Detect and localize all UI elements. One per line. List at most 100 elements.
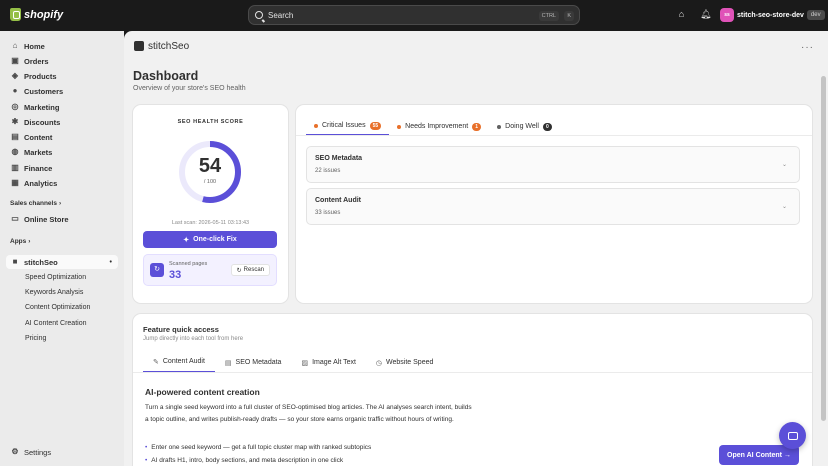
sidebar-item-label: Marketing [24,102,60,112]
status-dot [314,123,318,128]
last-scan-text: Last scan: 2026-05-11 03:13:43 [171,220,250,226]
globe-icon: ◍ [11,147,19,156]
main-content: stitchSeo ··· Dashboard Overview of your… [124,31,828,466]
sidebar-item-label: Orders [24,56,49,66]
tabs-divider [296,135,812,136]
sidebar-item-label: Discounts [24,117,61,127]
tab-image-alt-text[interactable]: ▨ Image Alt Text [291,352,365,373]
tab-doing-well[interactable]: Doing Well 0 [489,117,560,136]
bullet-icon: • [145,444,148,451]
sidebar-item-products[interactable]: ◈ Products [6,69,118,83]
search-icon [255,11,263,19]
sidebar-item-marketing[interactable]: ◎ Marketing [6,100,118,114]
score-label: SEO HEALTH SCORE [177,119,244,125]
chat-button[interactable] [779,422,806,449]
tab-content-audit[interactable]: ✎ Content Audit [143,352,215,373]
more-actions-icon[interactable]: ··· [801,42,814,53]
feature-bullet: • AI drafts H1, intro, body sections, and… [145,457,343,464]
issue-row-seo-metadata[interactable]: SEO Metadata 22 issues ⌄ [306,146,800,183]
image-icon: ▨ [301,359,309,367]
sidebar-item-home[interactable]: ⌂ Home [6,39,118,53]
quick-access-subtitle: Jump directly into each tool from here [143,336,244,342]
quick-access-title: Feature quick access [143,325,219,334]
person-icon: ● [12,86,18,95]
sales-channels-heading[interactable]: Sales channels › [10,200,61,207]
top-bar: shopify Search CTRL K ⌂ 🔔︎ ss stitch-seo… [0,0,828,31]
tab-label: Image Alt Text [312,359,356,366]
sidebar-item-content[interactable]: ▤ Content [6,130,118,144]
score-value: 54 [198,155,222,177]
sidebar-item-label: Products [24,71,57,81]
pin-icon: • [109,258,112,266]
sidebar-subitem-keywords-analysis[interactable]: Keywords Analysis [25,289,83,296]
sidebar-item-label: Analytics [24,178,58,188]
speed-icon: ◷ [375,359,383,367]
score-max: / 100 [203,179,217,185]
issue-row-content-audit[interactable]: Content Audit 33 issues ⌄ [306,188,800,225]
sidebar-item-label: Online Store [24,214,69,224]
sidebar-item-online-store[interactable]: ▭ Online Store [6,212,118,226]
sidebar-subitem-ai-content-creation[interactable]: AI Content Creation [25,320,86,327]
sidebar-item-orders[interactable]: ▣ Orders [6,54,118,68]
store-switcher[interactable]: ss stitch-seo-store-dev dev [720,8,825,22]
tab-label: Critical Issues [322,122,366,129]
sidebar-subitem-content-optimization[interactable]: Content Optimization [25,304,90,311]
tab-website-speed[interactable]: ◷ Website Speed [366,352,443,373]
tab-label: Doing Well [505,123,539,130]
brand-name: shopify [24,8,64,21]
page-scrollbar[interactable] [819,31,828,466]
sales-channels-label: Sales channels [10,200,57,207]
avatar: ss [720,8,734,22]
bullet-text: Enter one seed keyword — get a full topi… [151,444,372,451]
tab-needs-improvement[interactable]: Needs Improvement 1 [389,117,489,136]
tab-label: Website Speed [386,359,434,366]
shopify-logo[interactable]: shopify [10,8,63,21]
sidebar-subitem-pricing[interactable]: Pricing [25,335,46,342]
scrollbar-thumb[interactable] [821,76,826,421]
search-placeholder: Search [268,10,294,20]
sidebar-item-customers[interactable]: ● Customers [6,84,118,98]
pencil-icon: ✎ [153,358,159,366]
sidebar-item-finance[interactable]: ▥ Finance [6,161,118,175]
feature-bullet: • Enter one seed keyword — get a full top… [145,444,371,451]
chevron-right-icon: › [58,200,62,207]
issue-count: 33 issues [315,210,341,216]
sidebar-item-label: stitchSeo [24,257,58,267]
one-click-fix-button[interactable]: ✦ One-click Fix [143,231,277,248]
sidebar-item-label: Customers [24,86,64,96]
target-icon: ◎ [11,102,19,111]
storefront-icon: ▭ [11,214,19,223]
shortcut-key: K [564,11,574,21]
tag-icon: ◈ [11,71,19,80]
chevron-down-icon: ⌄ [781,162,787,168]
sidebar-subitem-speed-optimization[interactable]: Speed Optimization [25,274,86,281]
bell-icon[interactable]: 🔔︎ [700,10,711,19]
sidebar-item-discounts[interactable]: ✱ Discounts [6,115,118,129]
discount-icon: ✱ [11,117,19,126]
store-icon[interactable]: ⌂ [677,10,686,19]
seo-score-card: SEO HEALTH SCORE 54 / 100 Last scan: 202… [133,105,288,303]
shopify-bag-icon [10,8,21,21]
home-icon: ⌂ [12,41,18,50]
chat-icon [787,431,798,440]
search-input[interactable]: Search CTRL K [248,5,580,25]
apps-heading[interactable]: Apps › [10,238,30,245]
page-subtitle: Overview of your store's SEO health [133,85,246,92]
issue-tabs: Critical Issues 55 Needs Improvement 1 D… [306,117,560,136]
tab-seo-metadata[interactable]: ▤ SEO Metadata [215,352,292,373]
bullet-text: AI drafts H1, intro, body sections, and … [151,457,344,464]
sidebar-item-markets[interactable]: ◍ Markets [6,145,118,159]
store-badge: dev [806,10,825,20]
issue-title: Content Audit [315,197,362,204]
sidebar-item-stitchseo[interactable]: ■ stitchSeo • [6,255,118,269]
count-badge: 1 [472,122,482,131]
sidebar-item-label: Finance [24,163,53,173]
sidebar-item-analytics[interactable]: ▦ Analytics [6,176,118,190]
rescan-button[interactable]: ↻ Rescan [230,264,270,276]
tab-critical-issues[interactable]: Critical Issues 55 [306,117,390,136]
feature-title: AI-powered content creation [145,387,260,397]
page-title: Dashboard [133,69,199,83]
fix-button-label: One-click Fix [193,236,237,243]
count-badge: 0 [542,122,552,131]
sidebar-item-settings[interactable]: ⚙ Settings [6,445,118,459]
